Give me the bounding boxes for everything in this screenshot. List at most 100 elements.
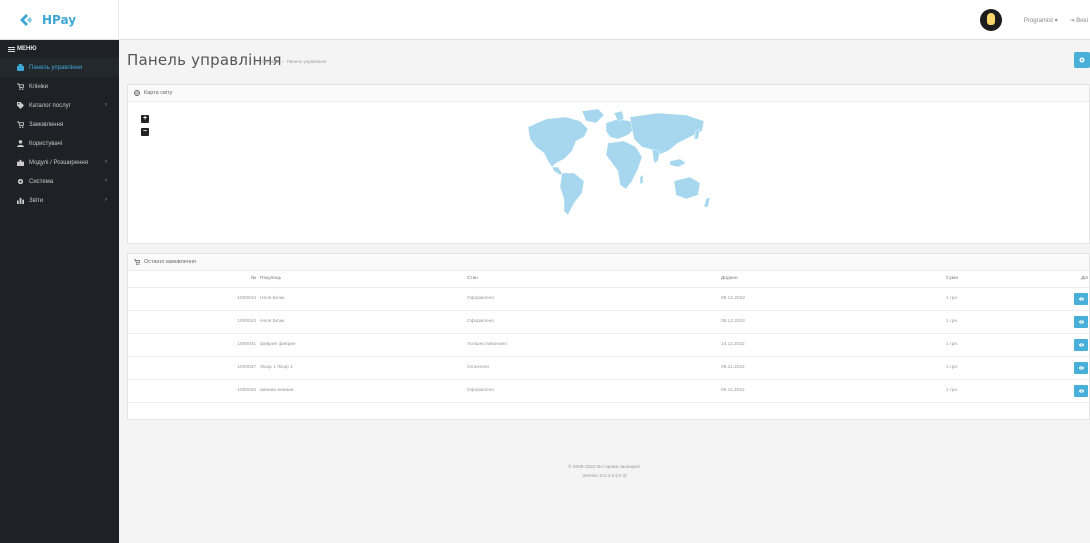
table-row: 1000044 Неля Білик Оформлено 08.12.2022 … [128, 287, 1089, 311]
puzzle-icon [16, 159, 24, 166]
eye-icon [1078, 342, 1084, 347]
order-id: 1000043 [128, 310, 260, 334]
order-action-cell [1049, 356, 1089, 380]
sidebar-item-orders[interactable]: Замовлення [0, 115, 119, 134]
eye-icon [1078, 388, 1084, 393]
order-action-cell [1049, 287, 1089, 311]
sidebar-item-label: Модулі / Розширення [29, 159, 88, 166]
sidebar-item-reports[interactable]: Звіти › [0, 191, 119, 210]
order-customer: фиврие фиврие [260, 333, 467, 357]
sidebar-item-label: Замовлення [29, 121, 64, 128]
order-date: 09.11.2022 [721, 356, 946, 380]
gear-icon [16, 178, 24, 185]
bar-chart-icon [16, 197, 24, 204]
table-row: 1000036 ииииии ииииии Оформлено 09.11.20… [128, 379, 1089, 403]
order-id: 1000041 [128, 333, 260, 357]
order-date: 09.11.2022 [721, 379, 946, 403]
sidebar-item-label: Панель управління [29, 64, 83, 71]
view-order-button[interactable] [1074, 292, 1088, 305]
order-status: Оплачено [467, 356, 721, 380]
chevron-right-icon: › [105, 159, 107, 165]
order-sum: 1 грн. [946, 333, 1049, 357]
view-order-button[interactable] [1074, 361, 1088, 374]
order-status: Оформлено [467, 310, 721, 334]
cart-icon [16, 83, 24, 90]
order-status: Оформлено [467, 287, 721, 311]
view-order-button[interactable] [1074, 338, 1088, 351]
chevron-right-icon: › [105, 102, 107, 108]
sidebar-item-users[interactable]: Користувачі [0, 134, 119, 153]
table-header-row: № Покупець Стан Додано Сума Дія [128, 271, 1089, 288]
order-action-cell [1049, 379, 1089, 403]
settings-button[interactable] [1074, 52, 1090, 68]
brand-name: HPay [42, 13, 77, 27]
breadcrumb-home-link[interactable]: Головна [262, 59, 279, 64]
order-sum: 1 грн. [946, 287, 1049, 311]
orders-table: № Покупець Стан Додано Сума Дія 1000044 … [128, 271, 1089, 403]
panel-heading: Останні замовлення [128, 254, 1089, 271]
globe-icon [134, 90, 140, 96]
order-date: 08.12.2022 [721, 310, 946, 334]
order-status: Успішно виконано [467, 333, 721, 357]
panel-title: Останні замовлення [144, 259, 196, 265]
avatar[interactable] [979, 9, 1002, 31]
world-map-panel: Карта світу + − [127, 84, 1090, 244]
sidebar-item-modules[interactable]: Модулі / Розширення › [0, 153, 119, 172]
sidebar-item-label: Користувачі [29, 140, 63, 147]
logout-link[interactable]: ⇥ Вихі [1070, 17, 1088, 24]
order-action-cell [1049, 333, 1089, 357]
menu-label: МЕНЮ [17, 46, 37, 52]
cart-icon [134, 259, 140, 265]
menu-header[interactable]: МЕНЮ [0, 40, 119, 58]
user-icon [16, 140, 24, 147]
view-order-button[interactable] [1074, 384, 1088, 397]
eye-icon [1078, 319, 1084, 324]
gear-icon [1079, 57, 1085, 63]
order-id: 1000044 [128, 287, 260, 311]
footer: © 2009-2022 Всі права захищені. Version … [119, 463, 1090, 481]
order-action-cell [1049, 310, 1089, 334]
column-header-date[interactable]: Додано [721, 271, 946, 288]
footer-copyright: © 2009-2022 Всі права захищені. [567, 465, 642, 470]
user-menu-dropdown[interactable]: Programist ▾ [1024, 17, 1058, 24]
breadcrumb-current-link[interactable]: Панель управління [287, 59, 327, 64]
map-zoom-in-button[interactable]: + [141, 115, 149, 123]
cart-icon [16, 121, 24, 128]
eye-icon [1078, 365, 1084, 370]
breadcrumb: Головна › Панель управління [262, 59, 327, 64]
brand[interactable]: HPay [0, 0, 119, 40]
column-header-status[interactable]: Стан [467, 271, 721, 288]
order-customer: Лікар 1 Лікар 1 [260, 356, 467, 380]
sidebar-item-catalog[interactable]: Каталог послуг › [0, 96, 119, 115]
order-customer: ииииии ииииии [260, 379, 467, 403]
order-date: 08.12.2022 [721, 287, 946, 311]
panel-title: Карта світу [144, 90, 173, 96]
column-header-customer[interactable]: Покупець [260, 271, 467, 288]
order-sum: 1 грн. [946, 379, 1049, 403]
dashboard-icon [16, 64, 24, 71]
sidebar-item-label: Система [29, 178, 54, 185]
order-date: 14.11.2022 [721, 333, 946, 357]
column-header-sum[interactable]: Сума [946, 271, 1049, 288]
column-header-number[interactable]: № [128, 271, 260, 288]
sidebar-item-label: Каталог послуг [29, 102, 71, 109]
view-order-button[interactable] [1074, 315, 1088, 328]
sidebar-item-dashboard[interactable]: Панель управління [0, 58, 119, 77]
hamburger-icon [8, 46, 15, 52]
footer-version: Version 3.0.3.6 (rs-3) [582, 474, 627, 479]
order-id: 1000037 [128, 356, 260, 380]
chevron-right-icon: › [105, 178, 107, 184]
main-content: Панель управління Головна › Панель управлі… [119, 40, 1090, 543]
eye-icon [1078, 296, 1084, 301]
panel-heading: Карта світу [128, 85, 1089, 102]
sidebar-item-system[interactable]: Система › [0, 172, 119, 191]
map-zoom-out-button[interactable]: − [141, 128, 149, 136]
order-sum: 1 грн. [946, 310, 1049, 334]
world-map[interactable] [518, 107, 718, 219]
sidebar-item-clinics[interactable]: Клініки [0, 77, 119, 96]
order-customer: Неля Білик [260, 287, 467, 311]
table-row: 1000043 Неля Білик Оформлено 08.12.2022 … [128, 310, 1089, 334]
page-title: Панель управління [127, 51, 282, 69]
recent-orders-panel: Останні замовлення № Покупець Стан Додан… [127, 253, 1090, 420]
sidebar-item-label: Звіти [29, 197, 44, 204]
